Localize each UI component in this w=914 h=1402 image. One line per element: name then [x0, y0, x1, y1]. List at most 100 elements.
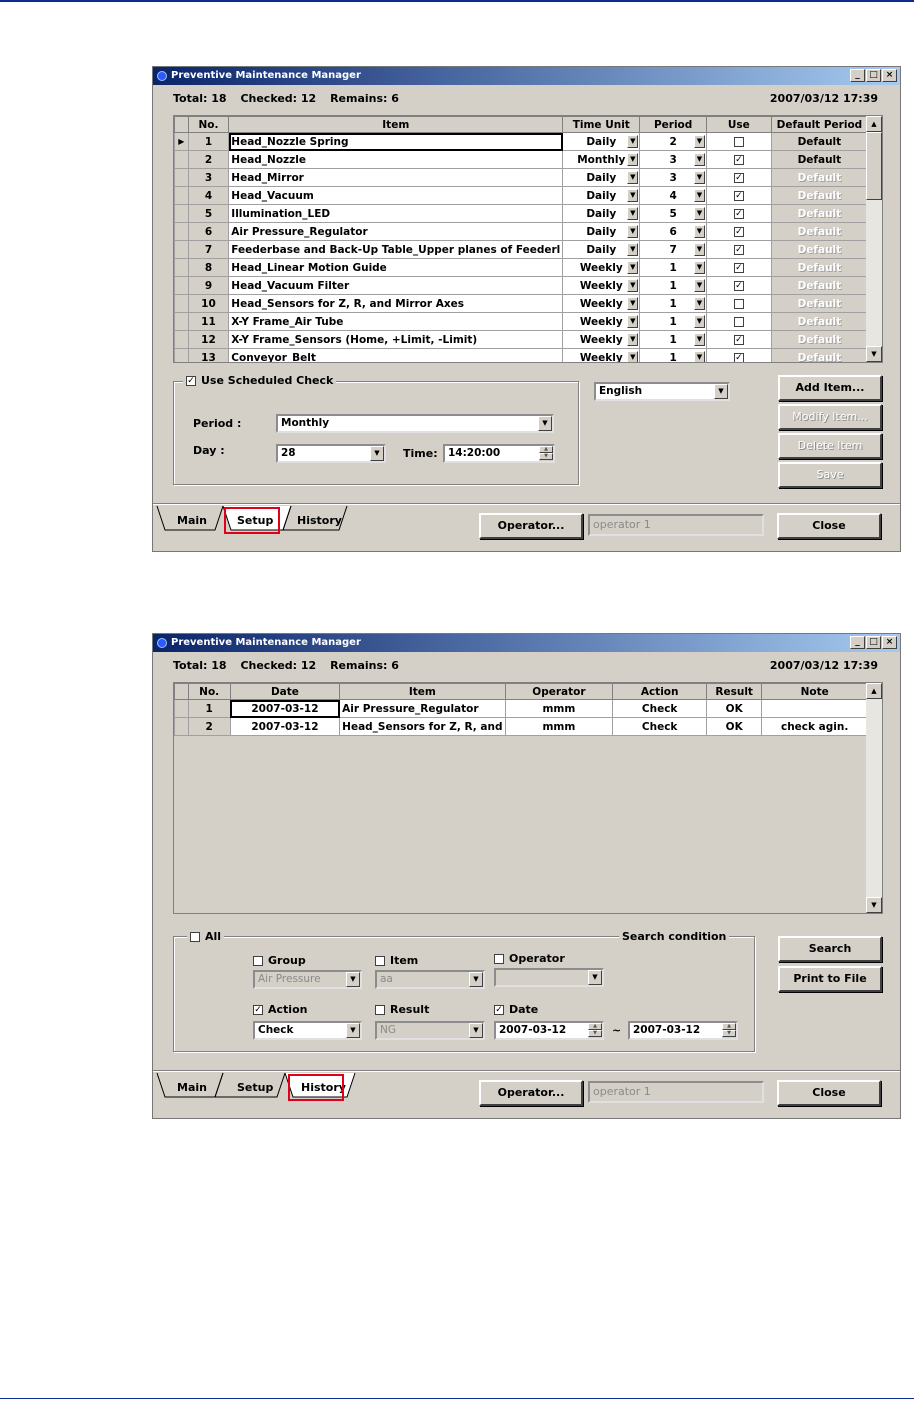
period-cell[interactable]: 1 ▼: [639, 348, 707, 362]
chevron-down-icon[interactable]: ▼: [693, 333, 705, 346]
item-cell[interactable]: X-Y Frame_Sensors (Home, +Limit, -Limit): [228, 330, 564, 349]
chevron-down-icon[interactable]: ▼: [693, 153, 705, 166]
result-select[interactable]: NG ▼: [375, 1021, 485, 1040]
time-unit-cell[interactable]: Weekly ▼: [562, 330, 641, 349]
chevron-down-icon[interactable]: ▼: [627, 189, 639, 202]
chevron-down-icon[interactable]: ▼: [627, 171, 639, 184]
item-cell[interactable]: Feederbase and Back-Up Table_Upper plane…: [228, 240, 564, 259]
default-period-button[interactable]: Default: [770, 222, 869, 241]
note-cell[interactable]: check agin.: [761, 717, 868, 736]
tab-history[interactable]: History: [297, 514, 342, 527]
scroll-up-icon[interactable]: ▲: [866, 116, 882, 132]
table-row[interactable]: 8 Head_Linear Motion Guide Weekly ▼ 1 ▼ ✓ Defau…: [174, 258, 869, 277]
date-toggle[interactable]: ✓ Date: [494, 1003, 538, 1016]
result-cell[interactable]: OK: [706, 699, 763, 718]
table-row[interactable]: 4 Head_Vacuum Daily ▼ 4 ▼ ✓ Default: [174, 186, 869, 205]
time-unit-cell[interactable]: Daily ▼: [562, 240, 641, 259]
close-button[interactable]: Close: [777, 1080, 881, 1106]
col-header-result[interactable]: Result: [706, 683, 763, 700]
item-cell[interactable]: Head_Mirror: [228, 168, 564, 187]
time-spinner[interactable]: ▲ ▼: [539, 446, 553, 461]
period-cell[interactable]: 5 ▼: [639, 204, 707, 223]
chevron-down-icon[interactable]: ▼: [469, 972, 483, 987]
time-unit-cell[interactable]: Weekly ▼: [562, 294, 641, 313]
maximize-icon[interactable]: □: [866, 69, 881, 82]
time-input[interactable]: 14:20:00 ▲ ▼: [443, 444, 555, 463]
col-header-no[interactable]: No.: [187, 683, 231, 700]
use-cell[interactable]: [705, 294, 772, 313]
search-button[interactable]: Search: [778, 936, 882, 962]
scheduled-check-toggle[interactable]: ✓ Use Scheduled Check: [183, 374, 337, 387]
period-cell[interactable]: 3 ▼: [639, 168, 707, 187]
col-header-no[interactable]: No.: [187, 116, 230, 133]
period-cell[interactable]: 1 ▼: [639, 276, 707, 295]
result-cell[interactable]: OK: [706, 717, 763, 736]
group-toggle[interactable]: Group: [253, 954, 306, 967]
default-period-button[interactable]: Default: [770, 330, 869, 349]
time-unit-cell[interactable]: Weekly ▼: [562, 312, 641, 331]
col-header-item[interactable]: Item: [339, 683, 506, 700]
default-period-button[interactable]: Default: [770, 348, 869, 362]
items-grid[interactable]: No. Item Time Unit Period Use Default Pe…: [173, 115, 883, 363]
action-toggle[interactable]: ✓ Action: [253, 1003, 307, 1016]
use-cell[interactable]: ✓: [705, 330, 772, 349]
use-cell[interactable]: ✓: [705, 348, 772, 362]
close-icon[interactable]: ×: [882, 636, 897, 649]
action-select[interactable]: Check ▼: [253, 1021, 362, 1040]
close-button[interactable]: Close: [777, 513, 881, 539]
col-header-item[interactable]: Item: [228, 116, 564, 133]
day-select[interactable]: 28 ▼: [276, 444, 386, 463]
item-toggle[interactable]: Item: [375, 954, 418, 967]
use-checkbox[interactable]: ✓: [733, 244, 744, 255]
chevron-down-icon[interactable]: ▼: [627, 333, 639, 346]
chevron-down-icon[interactable]: ▼: [346, 1023, 360, 1038]
chevron-down-icon[interactable]: ▼: [627, 153, 639, 166]
default-period-button[interactable]: Default: [770, 294, 869, 313]
col-header-note[interactable]: Note: [761, 683, 868, 700]
date-cell[interactable]: 2007-03-12: [229, 717, 341, 736]
item-checkbox[interactable]: [375, 956, 385, 966]
use-cell[interactable]: [705, 312, 772, 331]
item-cell[interactable]: Head_Vacuum Filter: [228, 276, 564, 295]
item-cell[interactable]: Head_Linear Motion Guide: [228, 258, 564, 277]
default-period-button[interactable]: Default: [770, 186, 869, 205]
scroll-down-icon[interactable]: ▼: [866, 897, 882, 913]
col-header-time-unit[interactable]: Time Unit: [562, 116, 641, 133]
table-row[interactable]: 6 Air Pressure_Regulator Daily ▼ 6 ▼ ✓ Default: [174, 222, 869, 241]
use-cell[interactable]: ✓: [705, 222, 772, 241]
table-row[interactable]: 5 Illumination_LED Daily ▼ 5 ▼ ✓ Default: [174, 204, 869, 223]
period-cell[interactable]: 3 ▼: [639, 150, 707, 169]
date-from-input[interactable]: 2007-03-12 ▲ ▼: [494, 1021, 604, 1040]
use-checkbox[interactable]: ✓: [733, 262, 744, 273]
group-checkbox[interactable]: [253, 956, 263, 966]
operator-button[interactable]: Operator...: [479, 1080, 583, 1106]
chevron-down-icon[interactable]: ▼: [370, 446, 384, 461]
operator-select[interactable]: ▼: [494, 968, 604, 987]
grid-scrollbar[interactable]: ▲ ▼: [866, 683, 882, 913]
default-period-button[interactable]: Default: [770, 240, 869, 259]
item-cell[interactable]: Head_Nozzle: [228, 150, 564, 169]
all-toggle[interactable]: All: [187, 930, 225, 943]
chevron-down-icon[interactable]: ▼: [693, 315, 705, 328]
operator-checkbox[interactable]: [494, 954, 504, 964]
chevron-down-icon[interactable]: ▼: [693, 225, 705, 238]
tab-setup[interactable]: Setup: [237, 1081, 273, 1094]
item-cell[interactable]: Head_Sensors for Z, R, and: [339, 717, 506, 736]
item-select[interactable]: aa ▼: [375, 970, 485, 989]
time-unit-cell[interactable]: Daily ▼: [562, 222, 641, 241]
table-row[interactable]: 13 Conveyor_Belt Weekly ▼ 1 ▼ ✓ Default: [174, 348, 869, 362]
operator-cell[interactable]: mmm: [504, 717, 614, 736]
chevron-down-icon[interactable]: ▼: [469, 1023, 483, 1038]
use-checkbox[interactable]: ✓: [733, 334, 744, 345]
chevron-down-icon[interactable]: ▼: [588, 970, 602, 985]
table-row[interactable]: 12 X-Y Frame_Sensors (Home, +Limit, -Limi…: [174, 330, 869, 349]
chevron-down-icon[interactable]: ▼: [693, 297, 705, 310]
chevron-down-icon[interactable]: ▼: [627, 243, 639, 256]
table-row[interactable]: ▶ 1 Head_Nozzle Spring Daily ▼ 2 ▼ Default: [174, 132, 869, 151]
result-toggle[interactable]: Result: [375, 1003, 429, 1016]
use-checkbox[interactable]: [733, 298, 744, 309]
tab-main[interactable]: Main: [177, 1081, 207, 1094]
chevron-down-icon[interactable]: ▼: [693, 189, 705, 202]
item-cell[interactable]: Conveyor_Belt: [228, 348, 564, 362]
chevron-down-icon[interactable]: ▼: [627, 225, 639, 238]
